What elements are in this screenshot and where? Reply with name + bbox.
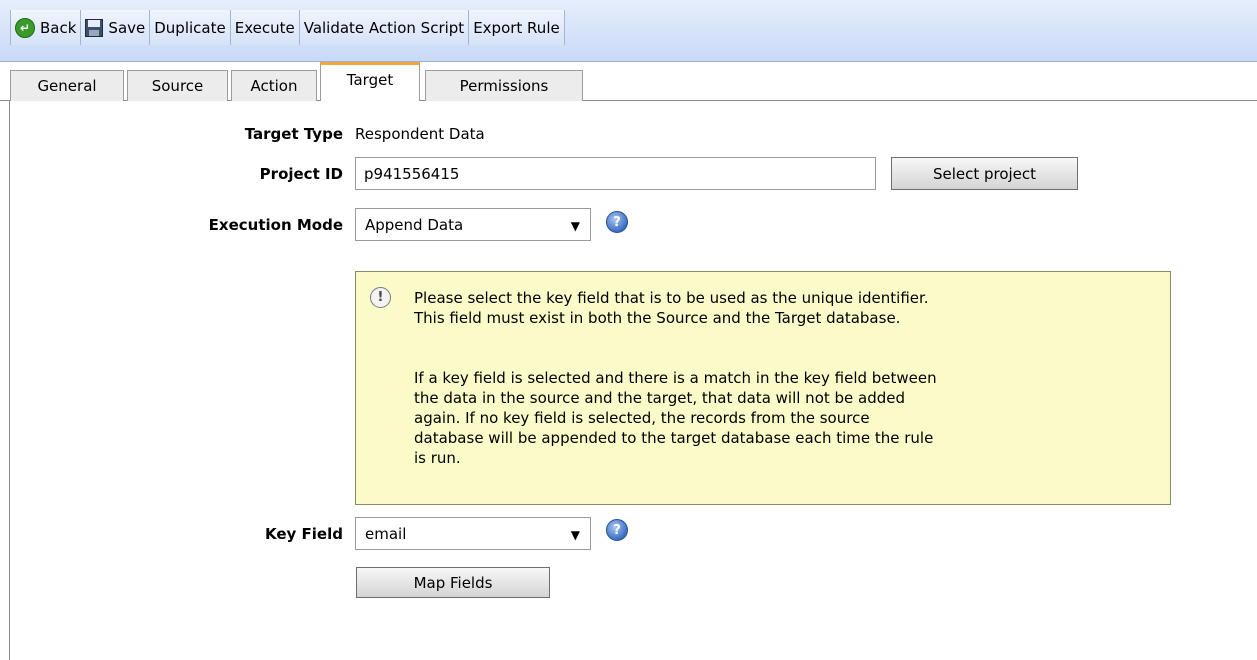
validate-action-script-button[interactable]: Validate Action Script [299,10,470,45]
execution-mode-label: Execution Mode [208,216,343,234]
info-paragraph-2: If a key field is selected and there is … [414,369,937,467]
execution-mode-select[interactable]: Append Data ▼ [355,208,591,241]
tab-general[interactable]: General [10,70,124,101]
tab-target[interactable]: Target [320,62,420,101]
back-label: Back [40,18,77,37]
save-button[interactable]: Save [81,10,151,45]
duplicate-button[interactable]: Duplicate [150,10,231,45]
export-rule-button[interactable]: Export Rule [469,10,565,45]
help-icon[interactable]: ? [606,211,628,233]
save-label: Save [108,18,146,37]
tab-source[interactable]: Source [127,70,228,101]
validate-label: Validate Action Script [303,18,465,37]
execute-label: Execute [234,18,295,37]
dropdown-arrow-icon: ▼ [570,219,580,233]
map-fields-button[interactable]: Map Fields [356,567,550,598]
tab-permissions[interactable]: Permissions [425,70,583,101]
content-border [9,101,10,660]
select-project-button[interactable]: Select project [891,157,1078,190]
target-type-label: Target Type [244,125,343,143]
project-id-label: Project ID [259,165,343,183]
key-field-select[interactable]: email ▼ [355,517,591,550]
info-icon: ! [370,287,391,308]
info-paragraph-1: Please select the key field that is to b… [414,289,929,327]
key-field-label: Key Field [265,525,343,543]
help-icon[interactable]: ? [606,519,628,541]
project-id-input[interactable] [355,157,876,190]
save-icon [85,18,104,37]
tab-action[interactable]: Action [231,70,317,101]
export-label: Export Rule [473,18,560,37]
key-field-info-box: ! Please select the key field that is to… [355,271,1171,505]
dropdown-arrow-icon: ▼ [570,528,580,542]
duplicate-label: Duplicate [154,18,226,37]
execute-button[interactable]: Execute [230,10,300,45]
back-button[interactable]: ↵ Back [10,10,82,45]
toolbar: ↵ Back Save Duplicate Execute Validate A… [0,0,1257,62]
toolbar-buttons: ↵ Back Save Duplicate Execute Validate A… [10,10,565,45]
back-icon: ↵ [15,17,35,38]
target-type-value: Respondent Data [355,125,485,143]
